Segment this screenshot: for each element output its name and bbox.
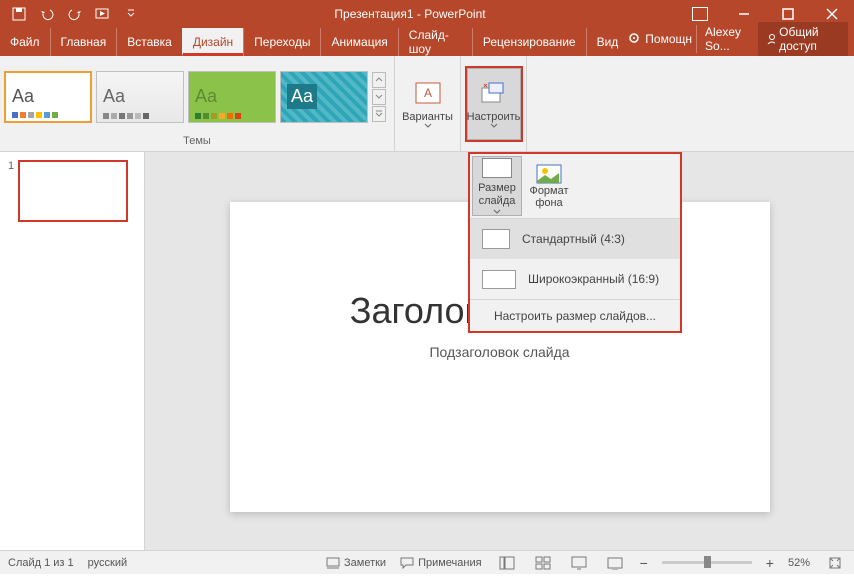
tab-transitions[interactable]: Переходы [243,28,320,56]
slide-size-button[interactable]: Размер слайда [472,156,522,216]
format-background-icon [535,163,563,185]
redo-icon[interactable] [64,3,86,25]
account-label[interactable]: Alexey So... [696,25,754,53]
variants-button[interactable]: A Варианты [401,68,455,140]
slide-thumbnail-1[interactable]: 1 [8,160,136,222]
svg-text:A: A [423,86,431,100]
aspect-43-icon [482,229,510,249]
themes-group: Aa Aa Aa Aa Темы [0,56,395,151]
undo-icon[interactable] [36,3,58,25]
menu-item-standard[interactable]: Стандартный (4:3) [470,219,680,259]
menu-item-widescreen[interactable]: Широкоэкранный (16:9) [470,259,680,299]
ribbon: Aa Aa Aa Aa Темы A [0,56,854,152]
zoom-level[interactable]: 52% [788,557,810,569]
customize-dropdown: Размер слайда Формат фона Стандартный (4… [468,152,682,333]
tab-slideshow[interactable]: Слайд-шоу [398,28,472,56]
reading-view-icon[interactable] [568,554,590,572]
window-title: Презентация1 - PowerPoint [142,7,678,21]
save-icon[interactable] [8,3,30,25]
slide-counter[interactable]: Слайд 1 из 1 [8,557,74,569]
tell-me-icon[interactable]: Помощн [628,32,692,46]
tab-animation[interactable]: Анимация [320,28,397,56]
theme-office[interactable]: Aa [4,71,92,123]
format-background-button[interactable]: Формат фона [524,156,574,216]
tab-home[interactable]: Главная [50,28,117,56]
qat-more-icon[interactable] [120,3,142,25]
themes-gallery-more[interactable] [372,72,386,122]
slide-size-icon [482,158,512,178]
share-button[interactable]: Общий доступ [758,22,848,56]
status-bar: Слайд 1 из 1 русский Заметки Примечания … [0,550,854,574]
slide-thumbnail-panel: 1 [0,152,145,550]
language-indicator[interactable]: русский [88,557,127,569]
ribbon-tabs: Файл Главная Вставка Дизайн Переходы Ани… [0,28,854,56]
normal-view-icon[interactable] [496,554,518,572]
zoom-in-icon[interactable]: + [766,555,774,571]
theme-2[interactable]: Aa [96,71,184,123]
customize-button[interactable]: Настроить [467,68,521,140]
tab-view[interactable]: Вид [586,28,629,56]
slide-subtitle-placeholder[interactable]: Подзаголовок слайда [230,344,770,360]
aspect-169-icon [482,270,516,289]
zoom-out-icon[interactable]: − [640,555,648,571]
tab-design[interactable]: Дизайн [182,28,243,56]
share-icon [766,33,775,45]
workspace: 1 Заголовок слайда Подзаголовок слайда [0,152,854,550]
slideshow-view-icon[interactable] [604,554,626,572]
theme-3[interactable]: Aa [188,71,276,123]
zoom-slider[interactable] [662,561,752,564]
customize-group: Настроить [461,56,527,151]
comments-button[interactable]: Примечания [400,557,482,569]
tab-file[interactable]: Файл [0,28,50,56]
tab-review[interactable]: Рецензирование [472,28,586,56]
quick-access-toolbar [0,3,142,25]
theme-4[interactable]: Aa [280,71,368,123]
tab-insert[interactable]: Вставка [116,28,182,56]
notes-button[interactable]: Заметки [326,557,386,569]
variants-group: A Варианты [395,56,461,151]
menu-item-custom-size[interactable]: Настроить размер слайдов... [470,299,680,331]
themes-group-label: Темы [4,135,390,149]
start-slideshow-icon[interactable] [92,3,114,25]
fit-to-window-icon[interactable] [824,554,846,572]
sorter-view-icon[interactable] [532,554,554,572]
